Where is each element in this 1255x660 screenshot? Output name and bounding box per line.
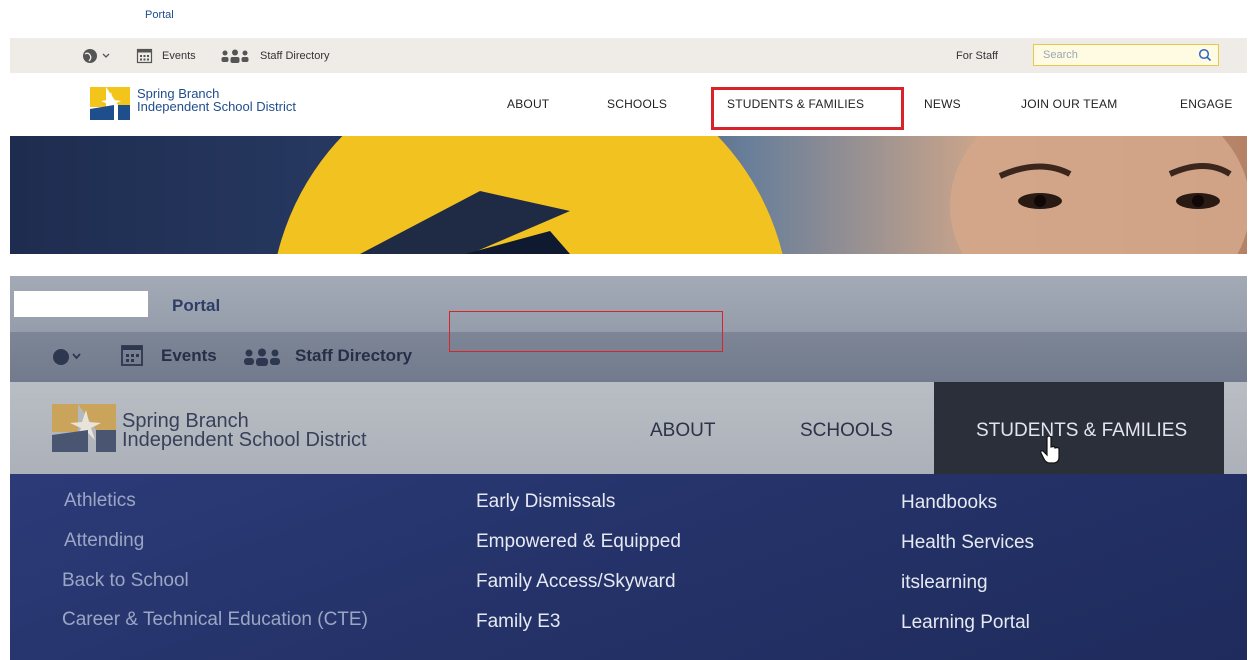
menu-link-itslearning[interactable]: itslearning [901, 572, 988, 594]
redaction-box [14, 291, 148, 317]
main-nav: Spring Branch Independent School Distric… [10, 73, 1247, 136]
district-logo[interactable]: Spring Branch Independent School Distric… [90, 85, 320, 121]
menu-link-family-access-skyward[interactable]: Family Access/Skyward [476, 571, 676, 593]
hand-cursor-icon [1040, 436, 1060, 464]
menu-link-athletics[interactable]: Athletics [64, 490, 136, 512]
photo-nav-about[interactable]: ABOUT [650, 420, 715, 442]
photo-logo-line2: Independent School District [122, 429, 367, 451]
menu-link-handbooks[interactable]: Handbooks [901, 492, 997, 514]
for-staff-label: For Staff [956, 49, 998, 62]
hero-image [277, 136, 1247, 254]
chevron-down-icon [102, 53, 110, 58]
menu-link-attending[interactable]: Attending [64, 530, 144, 552]
menu-link-cte[interactable]: Career & Technical Education (CTE) [62, 609, 368, 631]
events-link[interactable]: Events [136, 38, 196, 73]
people-icon [244, 348, 280, 366]
photo-nav-active-tab[interactable]: STUDENTS & FAMILIES [934, 382, 1224, 474]
menu-link-empowered-equipped[interactable]: Empowered & Equipped [476, 531, 681, 553]
events-label: Events [162, 49, 196, 62]
utility-bar: Events Staff Directory For Staff Search [10, 38, 1247, 73]
search-icon[interactable] [1198, 48, 1212, 62]
globe-icon[interactable] [52, 348, 82, 366]
logo-mark-icon [52, 404, 116, 452]
nav-about[interactable]: ABOUT [507, 97, 549, 111]
hero-banner [10, 136, 1247, 254]
logo-line2: Independent School District [137, 99, 296, 114]
for-staff-link[interactable]: For Staff [956, 38, 998, 73]
photo-logo-line1: Spring Branch [122, 410, 249, 432]
menu-link-health-services[interactable]: Health Services [901, 532, 1034, 554]
nav-news[interactable]: NEWS [924, 97, 961, 111]
photo-nav-schools[interactable]: SCHOOLS [800, 420, 893, 442]
search-input[interactable]: Search [1033, 44, 1219, 66]
nav-schools[interactable]: SCHOOLS [607, 97, 667, 111]
nav-engage[interactable]: ENGAGE [1180, 97, 1233, 111]
menu-link-back-to-school[interactable]: Back to School [62, 570, 189, 592]
menu-link-early-dismissals[interactable]: Early Dismissals [476, 491, 615, 513]
nav-join-our-team[interactable]: JOIN OUR TEAM [1021, 97, 1117, 111]
calendar-icon [136, 48, 153, 64]
globe-icon [83, 48, 97, 63]
staff-directory-label: Staff Directory [260, 49, 330, 62]
highlight-box-menu-link [449, 311, 723, 352]
menu-link-learning-portal[interactable]: Learning Portal [901, 612, 1030, 634]
portal-link[interactable]: Portal [145, 9, 174, 21]
students-families-mega-menu: Athletics Attending Back to School Caree… [10, 474, 1247, 660]
calendar-icon [121, 345, 143, 366]
logo-mark-icon [90, 87, 130, 120]
photo-portal-link[interactable]: Portal [172, 296, 220, 316]
menu-link-family-e3[interactable]: Family E3 [476, 611, 560, 633]
photo-events-link[interactable]: Events [161, 346, 217, 366]
language-dropdown[interactable] [82, 38, 111, 73]
search-placeholder: Search [1043, 49, 1078, 61]
people-icon [221, 49, 249, 63]
photo-staff-directory-link[interactable]: Staff Directory [295, 346, 412, 366]
staff-directory-link[interactable]: Staff Directory [220, 38, 330, 73]
highlight-box-nav [711, 87, 904, 130]
photo-nav-students-families[interactable]: STUDENTS & FAMILIES [976, 420, 1187, 442]
